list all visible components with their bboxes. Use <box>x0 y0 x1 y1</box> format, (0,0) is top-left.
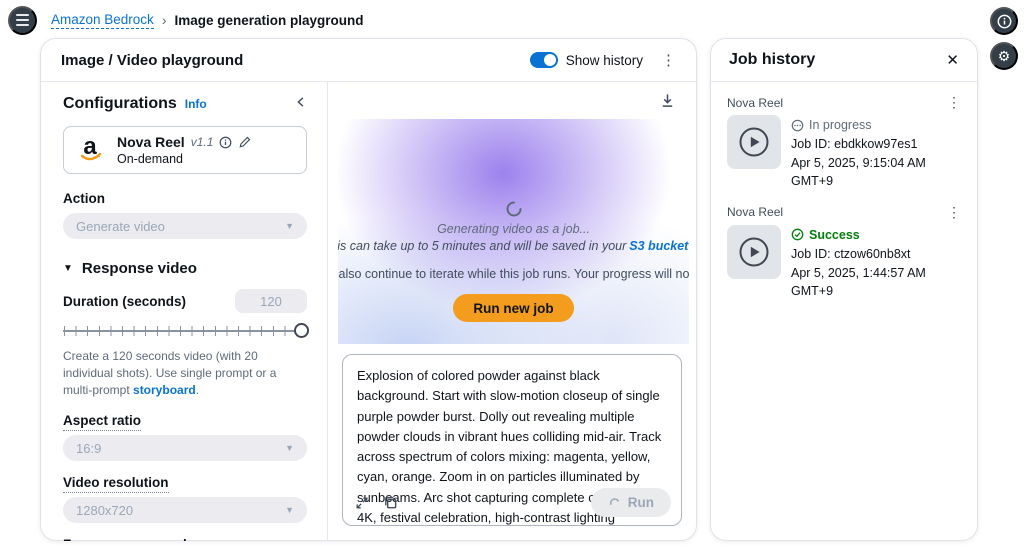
success-check-icon <box>791 228 804 241</box>
duration-help-text: Create a 120 seconds video (with 20 indi… <box>63 348 307 399</box>
top-navigation-bar: Amazon Bedrock › Image generation playgr… <box>0 0 1024 40</box>
job-timestamp: Apr 5, 2025, 9:15:04 AM GMT+9 <box>791 156 926 189</box>
info-icon <box>997 14 1011 28</box>
configurations-info-link[interactable]: Info <box>185 97 207 111</box>
amazon-logo-icon: a <box>80 135 102 161</box>
aspect-ratio-select[interactable]: 16:9 ▼ <box>63 435 307 462</box>
svg-text:a: a <box>83 135 97 160</box>
breadcrumb-separator-icon: › <box>161 12 167 28</box>
gear-icon: ⚙ <box>997 47 1011 64</box>
in-progress-icon <box>791 119 804 131</box>
job-id: Job ID: ctzow60nb8xt <box>791 246 911 261</box>
aspect-ratio-label-text: Aspect ratio <box>63 413 142 432</box>
run-new-job-button[interactable]: Run new job <box>453 294 574 323</box>
playground-panel: Image / Video playground Show history ⋮ … <box>40 38 697 541</box>
job-model-name: Nova Reel <box>727 95 784 110</box>
run-button-label: Run <box>627 495 654 510</box>
status-detail-prefix: This can take up to 5 minutes and will b… <box>338 239 627 253</box>
model-selector-card[interactable]: a Nova Reel v1.1 On-demand <box>63 126 307 174</box>
job-history-panel: Job history ✕ Nova Reel ⋮ In progress Jo… <box>710 38 978 541</box>
play-icon <box>739 127 769 157</box>
job-status: In progress <box>791 116 961 134</box>
section-expand-caret-icon: ▼ <box>63 263 73 274</box>
model-version: v1.1 <box>190 135 214 149</box>
show-history-toggle[interactable] <box>529 52 558 68</box>
response-video-section-toggle[interactable]: ▼ Response video <box>63 260 307 277</box>
show-history-label: Show history <box>565 52 643 68</box>
fps-label: Frames per second <box>63 537 307 541</box>
slider-handle[interactable] <box>294 323 309 338</box>
iterate-message: You can also continue to iterate while t… <box>338 267 689 281</box>
model-name: Nova Reel <box>117 134 185 150</box>
breadcrumb: Amazon Bedrock › Image generation playgr… <box>51 12 364 29</box>
generation-status-area: Generating video as a job... This can ta… <box>338 119 689 344</box>
collapse-panel-chevron-icon[interactable] <box>295 96 307 111</box>
playground-kebab-menu-icon[interactable]: ⋮ <box>661 53 676 68</box>
floating-action-column: ⚙ <box>990 7 1018 70</box>
action-label: Action <box>63 191 105 206</box>
chevron-down-icon: ▼ <box>285 221 294 231</box>
breadcrumb-link-amazon-bedrock[interactable]: Amazon Bedrock <box>51 12 154 29</box>
duration-input[interactable] <box>235 289 307 313</box>
run-button[interactable]: Run <box>590 488 671 517</box>
play-icon <box>739 237 769 266</box>
aspect-ratio-value: 16:9 <box>76 440 102 456</box>
job-status: Success <box>791 226 961 244</box>
hamburger-menu-icon[interactable] <box>8 5 37 35</box>
page-title: Image / Video playground <box>61 51 244 69</box>
playground-header: Image / Video playground Show history ⋮ <box>41 39 696 82</box>
storyboard-link[interactable]: storyboard <box>133 383 196 397</box>
action-select-value: Generate video <box>76 218 165 234</box>
download-icon[interactable] <box>660 93 675 111</box>
iterate-message-clip: You can also continue to iterate while t… <box>338 266 689 283</box>
configurations-panel: Configurations Info a Nova Reel v1.1 On-… <box>41 82 328 541</box>
job-kebab-menu-icon[interactable]: ⋮ <box>947 204 961 221</box>
generating-status-text: Generating video as a job... <box>437 222 590 236</box>
edit-model-pencil-icon[interactable] <box>238 136 251 149</box>
response-video-title: Response video <box>81 260 197 277</box>
job-status-text: Success <box>809 227 860 242</box>
job-history-title: Job history <box>729 51 816 68</box>
chevron-down-icon: ▼ <box>285 443 294 454</box>
job-model-name: Nova Reel <box>727 205 784 219</box>
video-resolution-label-text: Video resolution <box>63 475 169 494</box>
prompt-actions-bar: Run <box>355 488 671 517</box>
video-resolution-select[interactable]: 1280x720 ▼ <box>63 497 307 524</box>
aspect-ratio-label: Aspect ratio <box>63 413 307 432</box>
job-timestamp: Apr 5, 2025, 1:44:57 AM GMT+9 <box>791 265 926 298</box>
video-preview-panel: Generating video as a job... This can ta… <box>328 82 696 541</box>
expand-icon[interactable] <box>355 496 369 510</box>
duration-slider[interactable] <box>63 322 309 340</box>
job-id: Job ID: ebdkkow97es1 <box>791 137 918 152</box>
job-history-entry: Nova Reel ⋮ In progress Job ID: ebdkkow9… <box>727 94 961 191</box>
info-fab-button[interactable] <box>990 7 1018 35</box>
job-video-thumbnail[interactable] <box>727 115 781 169</box>
action-select[interactable]: Generate video ▼ <box>63 213 307 239</box>
run-spinner-icon <box>609 498 619 505</box>
duration-label: Duration (seconds) <box>63 293 187 309</box>
breadcrumb-current-page: Image generation playground <box>174 12 364 28</box>
video-resolution-value: 1280x720 <box>76 502 134 518</box>
job-history-entry: Nova Reel ⋮ Success Job ID: ctzow60nb8xt… <box>727 204 961 301</box>
close-icon[interactable]: ✕ <box>946 51 959 69</box>
settings-fab-button[interactable]: ⚙ <box>990 42 1018 70</box>
job-kebab-menu-icon[interactable]: ⋮ <box>947 94 961 111</box>
slider-track <box>63 330 307 332</box>
video-resolution-label: Video resolution <box>63 475 307 494</box>
job-status-text: In progress <box>809 118 872 132</box>
model-info-icon[interactable] <box>219 136 232 149</box>
chevron-down-icon: ▼ <box>285 505 294 516</box>
prompt-input-box[interactable]: Explosion of colored powder against blac… <box>342 354 682 526</box>
model-throughput: On-demand <box>117 152 184 166</box>
configurations-title: Configurations <box>63 95 177 112</box>
loading-spinner-icon <box>506 201 521 217</box>
status-detail-text: This can take up to 5 minutes and will b… <box>338 239 689 253</box>
s3-bucket-link[interactable]: S3 bucket <box>629 239 688 253</box>
duration-help-part2: . <box>195 383 200 398</box>
job-video-thumbnail[interactable] <box>727 224 781 279</box>
copy-icon[interactable] <box>383 495 398 510</box>
